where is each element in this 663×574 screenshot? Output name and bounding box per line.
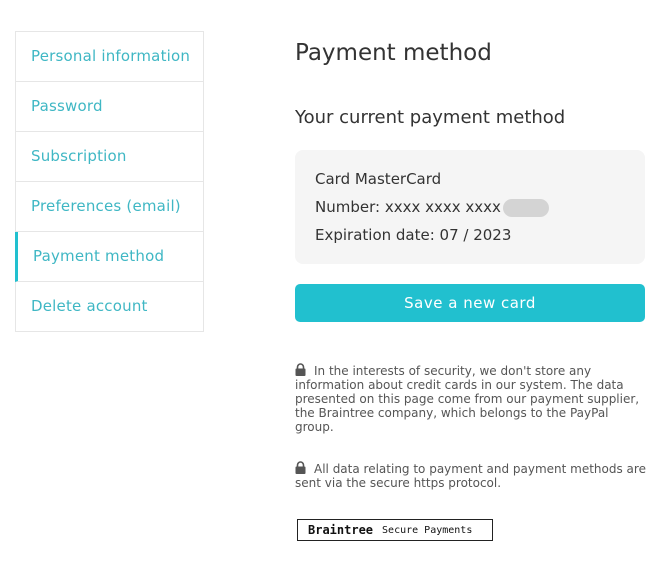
card-type: Card MasterCard xyxy=(315,170,442,188)
card-number-row: Number: xxxx xxxx xxxx xyxy=(315,196,625,224)
sidebar-item-password[interactable]: Password xyxy=(16,82,203,132)
save-new-card-button[interactable]: Save a new card xyxy=(295,284,645,322)
sidebar-item-personal-information[interactable]: Personal information xyxy=(16,32,203,82)
settings-sidebar: Personal information Password Subscripti… xyxy=(15,31,204,332)
braintree-badge: Braintree Secure Payments xyxy=(297,519,493,541)
card-number-mask xyxy=(502,198,549,217)
lock-icon xyxy=(295,363,306,376)
security-note-text: In the interests of security, we don't s… xyxy=(295,364,640,434)
https-note: All data relating to payment and payment… xyxy=(295,461,647,490)
braintree-brand: Braintree xyxy=(308,523,374,537)
card-number: Number: xxxx xxxx xxxx xyxy=(315,198,501,216)
https-note-text: All data relating to payment and payment… xyxy=(295,462,646,490)
card-expiration: Expiration date: 07 / 2023 xyxy=(315,226,512,244)
lock-icon xyxy=(295,461,306,474)
sidebar-item-preferences-email[interactable]: Preferences (email) xyxy=(16,182,203,232)
page-title: Payment method xyxy=(295,40,492,66)
current-card-panel: Card MasterCard Number: xxxx xxxx xxxx E… xyxy=(295,150,645,264)
security-note: In the interests of security, we don't s… xyxy=(295,363,647,434)
braintree-tagline: Secure Payments xyxy=(382,524,473,536)
sidebar-item-subscription[interactable]: Subscription xyxy=(16,132,203,182)
sidebar-item-payment-method[interactable]: Payment method xyxy=(15,232,203,282)
section-title: Your current payment method xyxy=(295,107,566,128)
sidebar-item-delete-account[interactable]: Delete account xyxy=(16,282,203,331)
